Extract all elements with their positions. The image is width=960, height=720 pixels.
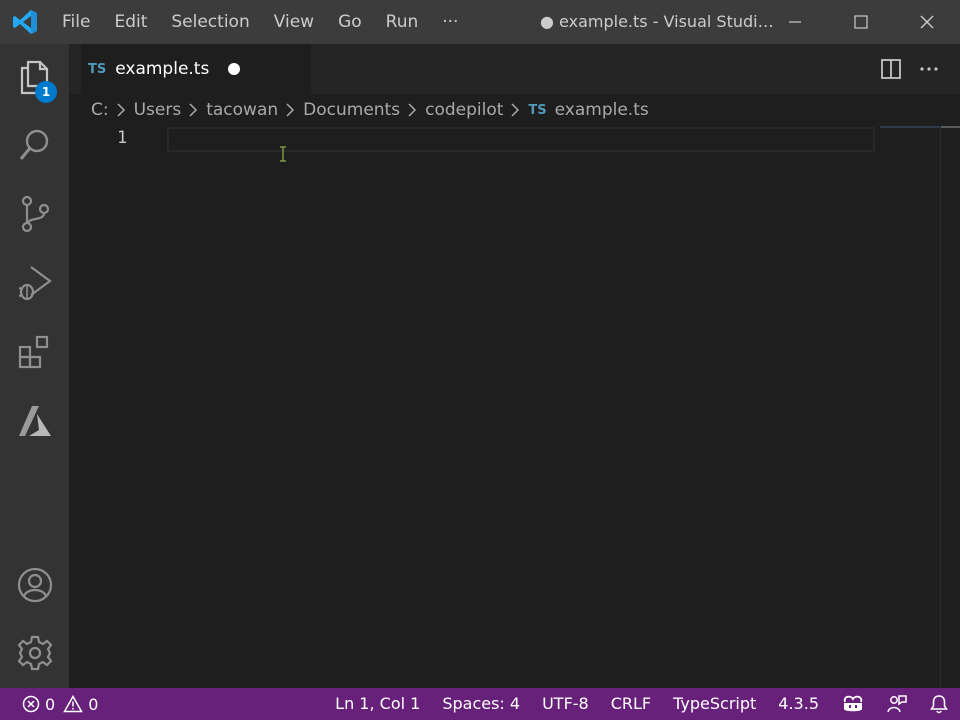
warning-count: 0 [88,694,99,714]
window-title: ● example.ts - Visual Studi… [540,12,774,31]
maximize-button[interactable] [828,0,894,44]
error-icon [22,695,40,713]
vertical-scrollbar[interactable] [940,126,960,688]
error-count: 0 [45,694,56,714]
run-debug-icon [18,266,52,301]
status-bar: 0 0 Ln 1, Col 1 Spaces: 4 UTF-8 CRLF Typ… [0,688,960,720]
minimize-button[interactable] [762,0,828,44]
chevron-right-icon [117,103,126,117]
tab-example-ts[interactable]: TS example.ts [81,44,311,94]
breadcrumb-documents[interactable]: Documents [303,100,400,120]
bell-icon [930,695,948,714]
editor-actions [872,44,948,94]
warning-icon [63,695,83,713]
breadcrumb: C: Users tacowan Documents codepilot TS … [69,94,960,126]
azure-button[interactable] [0,390,69,452]
breadcrumb-file-label: example.ts [554,100,649,120]
copilot-icon [843,695,863,712]
breadcrumb-codepilot[interactable]: codepilot [425,100,503,120]
menu-view[interactable]: View [262,0,326,44]
search-icon [19,129,48,160]
chevron-right-icon [408,103,417,117]
menu-file[interactable]: File [50,0,102,44]
search-button[interactable] [0,114,69,176]
language-mode[interactable]: TypeScript [662,688,767,720]
typescript-version[interactable]: 4.3.5 [767,688,830,720]
cursor-position[interactable]: Ln 1, Col 1 [324,688,431,720]
breadcrumb-drive[interactable]: C: [91,100,109,120]
text-cursor-icon [279,146,287,166]
source-control-button[interactable] [0,183,69,245]
breadcrumb-file[interactable]: TS example.ts [528,100,648,120]
encoding[interactable]: UTF-8 [531,688,600,720]
activity-bar: 1 [0,44,69,688]
window-controls [762,0,960,44]
manage-button[interactable] [0,622,69,684]
feedback-button[interactable] [876,688,918,720]
explorer-badge: 1 [35,81,57,103]
chevron-right-icon [286,103,295,117]
editor-area[interactable]: 1 [69,126,960,688]
extensions-icon [18,335,48,369]
close-button[interactable] [894,0,960,44]
more-actions-button[interactable] [910,50,948,88]
extensions-button[interactable] [0,321,69,383]
split-editor-button[interactable] [872,50,910,88]
tab-bar: TS example.ts [69,44,960,94]
vscode-logo-icon[interactable] [0,0,50,44]
ellipsis-icon [920,67,938,71]
problems-indicator[interactable]: 0 0 [22,688,106,720]
end-of-line[interactable]: CRLF [600,688,662,720]
run-debug-button[interactable] [0,252,69,314]
scrollbar-thumb[interactable] [941,126,960,128]
menu-more[interactable]: ··· [430,0,470,44]
azure-icon [18,406,51,436]
line-number: 1 [117,128,128,148]
typescript-file-icon: TS [528,102,547,118]
chevron-right-icon [189,103,198,117]
account-button[interactable] [0,554,69,616]
menu-go[interactable]: Go [326,0,374,44]
typescript-file-icon: TS [88,61,107,77]
title-bar: File Edit Selection View Go Run ··· ● ex… [0,0,960,44]
menu-bar: File Edit Selection View Go Run ··· [50,0,470,44]
indentation[interactable]: Spaces: 4 [431,688,531,720]
breadcrumb-users[interactable]: Users [134,100,182,120]
menu-edit[interactable]: Edit [102,0,159,44]
unsaved-dot-icon[interactable] [228,63,240,75]
source-control-icon [21,195,49,233]
breadcrumb-tacowan[interactable]: tacowan [206,100,278,120]
split-editor-icon [881,59,901,79]
account-icon [17,567,52,603]
chevron-right-icon [511,103,520,117]
minimize-icon [789,21,801,23]
current-line-highlight[interactable] [167,127,875,152]
explorer-button[interactable]: 1 [0,46,69,108]
minimap[interactable] [880,126,940,128]
gear-icon [17,635,52,671]
feedback-icon [887,695,907,713]
tab-label: example.ts [115,59,210,79]
menu-selection[interactable]: Selection [159,0,261,44]
notifications-button[interactable] [918,688,960,720]
copilot-button[interactable] [830,688,876,720]
maximize-icon [854,15,868,29]
menu-run[interactable]: Run [374,0,431,44]
close-icon [920,15,934,29]
status-right: Ln 1, Col 1 Spaces: 4 UTF-8 CRLF TypeScr… [324,688,960,720]
